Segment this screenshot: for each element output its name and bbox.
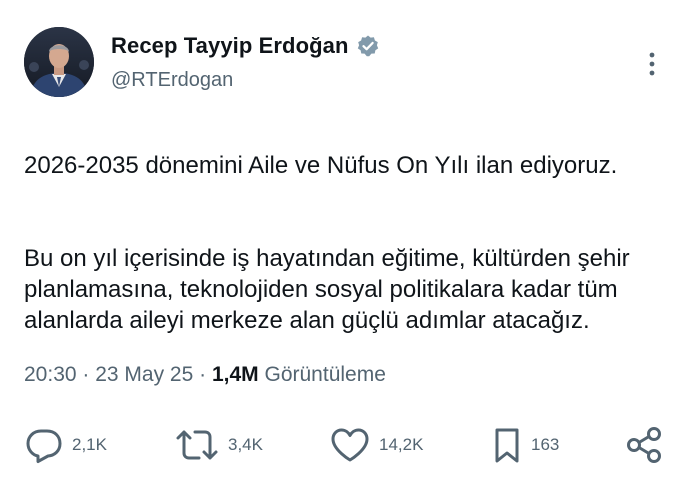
tweet-paragraph: Bu on yıl içerisinde iş hayatından eğiti… <box>24 245 630 334</box>
tweet-time[interactable]: 20:30 <box>24 363 77 386</box>
verified-badge-icon <box>356 34 380 58</box>
tweet-text: 2026-2035 dönemini Aile ve Nüfus On Yılı… <box>24 119 674 367</box>
like-count: 14,2K <box>379 435 424 454</box>
meta-separator: · <box>76 363 96 386</box>
retweet-icon <box>174 425 220 465</box>
tweet-paragraph: 2026-2035 dönemini Aile ve Nüfus On Yılı… <box>24 152 618 179</box>
reply-count: 2,1K <box>72 435 107 454</box>
reply-icon <box>24 425 64 465</box>
tweet-date[interactable]: 23 May 25 <box>95 363 193 386</box>
handle[interactable]: @RTErdogan <box>111 69 233 92</box>
like-button[interactable]: 14,2K <box>329 425 423 465</box>
meta-separator: · <box>193 363 212 386</box>
retweet-button[interactable]: 3,4K <box>174 425 263 465</box>
bookmark-button[interactable]: 163 <box>491 425 559 465</box>
heart-icon <box>329 425 371 465</box>
share-button[interactable] <box>624 425 664 465</box>
more-vertical-icon[interactable] <box>644 50 660 80</box>
avatar[interactable] <box>24 27 94 97</box>
profile-photo <box>24 27 94 97</box>
tweet-meta: 20:30 · 23 May 25 · 1,4M Görüntüleme <box>24 363 386 387</box>
name-row: Recep Tayyip Erdoğan <box>111 33 380 59</box>
display-name[interactable]: Recep Tayyip Erdoğan <box>111 33 349 59</box>
share-icon <box>624 425 664 465</box>
views-label: Görüntüleme <box>258 363 386 386</box>
action-bar: 2,1K 3,4K 14,2K 163 <box>24 425 669 465</box>
bookmark-icon <box>491 425 523 465</box>
tweet-card: Recep Tayyip Erdoğan @RTErdogan 2026-203… <box>0 0 689 479</box>
retweet-count: 3,4K <box>228 435 263 454</box>
views-count: 1,4M <box>211 363 259 386</box>
reply-button[interactable]: 2,1K <box>24 425 107 465</box>
bookmark-count: 163 <box>531 435 560 454</box>
